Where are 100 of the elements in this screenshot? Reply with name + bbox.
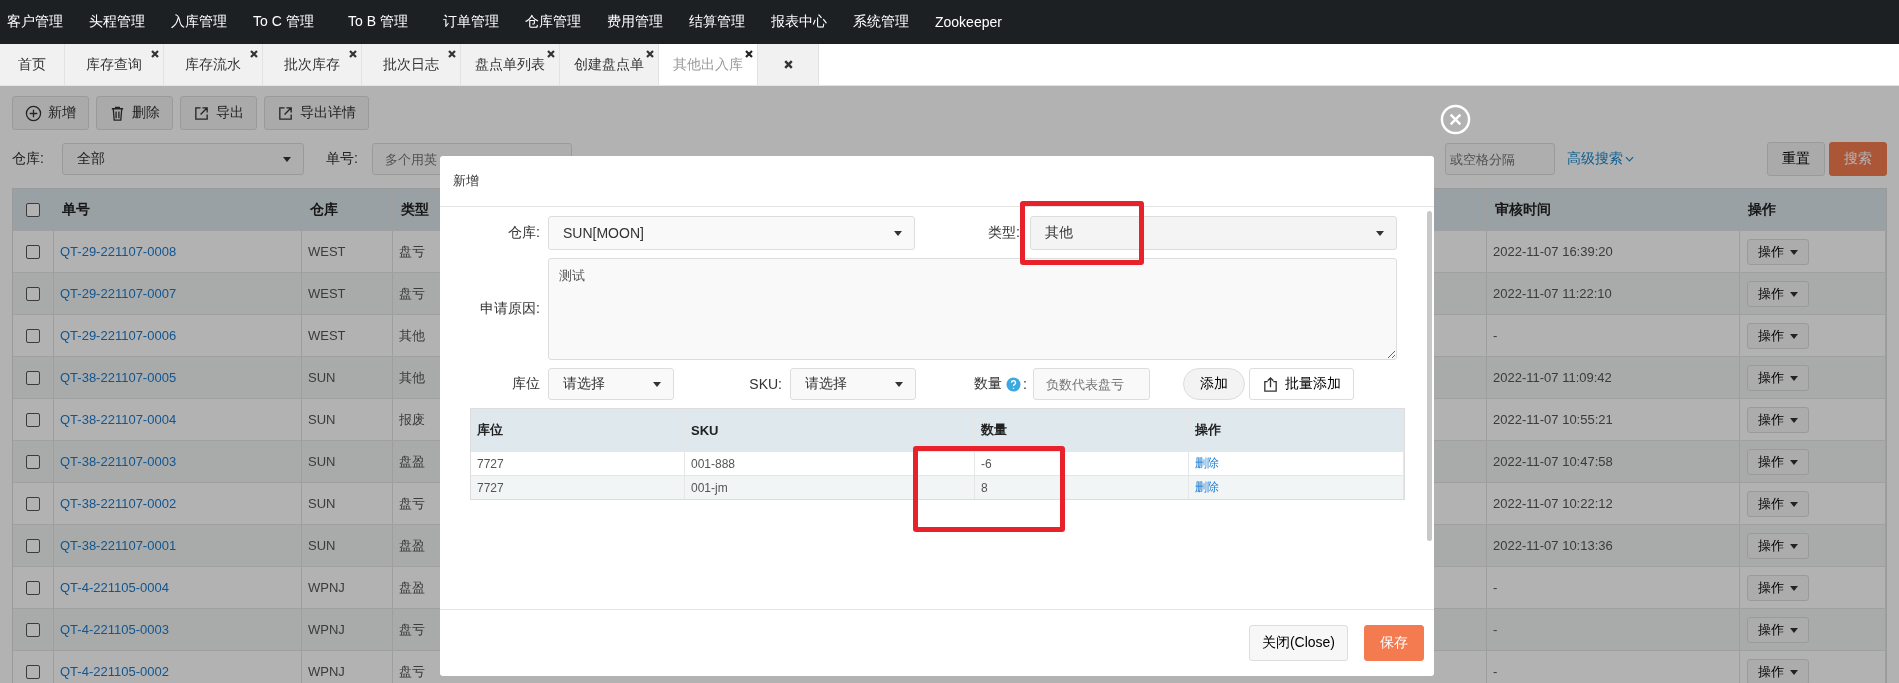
tab[interactable]: 批次日志 [362,44,461,85]
nav-item[interactable]: Zookeeper [928,14,1010,30]
action-dropdown[interactable]: 操作 [1747,574,1809,601]
row-checkbox[interactable] [26,286,40,301]
table-cell: 2022-11-07 11:22:10 [1493,286,1612,301]
action-dropdown[interactable]: 操作 [1747,364,1809,391]
action-dropdown[interactable]: 操作 [1747,322,1809,349]
row-checkbox[interactable] [26,370,40,385]
action-dropdown[interactable]: 操作 [1747,448,1809,475]
nav-item[interactable]: 头程管理 [82,13,164,31]
order-link[interactable]: QT-4-221105-0004 [60,580,169,595]
close-icon[interactable] [249,49,259,59]
table-cell: SUN [308,412,336,427]
action-dropdown[interactable]: 操作 [1747,406,1809,433]
field-label: 申请原因: [479,300,540,318]
nav-item[interactable]: To B 管理 [341,13,436,31]
table-cell: 盘盈 [399,578,425,597]
row-checkbox[interactable] [26,664,40,679]
row-checkbox[interactable] [26,328,40,343]
action-dropdown[interactable]: 操作 [1747,280,1809,307]
nav-item[interactable]: 客户管理 [0,13,82,31]
quantity-field[interactable]: 负数代表盘亏 [1032,368,1150,400]
table-cell: - [1493,622,1498,637]
close-icon[interactable] [546,49,556,59]
order-link[interactable]: QT-38-221107-0002 [60,496,177,511]
close-icon[interactable] [645,49,655,59]
action-dropdown[interactable]: 操作 [1747,490,1809,517]
tab[interactable]: 库存查询 [65,44,164,85]
delete-link[interactable]: 删除 [1195,455,1219,472]
nav-item[interactable]: 入库管理 [164,13,246,31]
row-checkbox[interactable] [26,454,40,469]
order-link[interactable]: QT-29-221107-0008 [60,244,177,259]
action-dropdown[interactable]: 操作 [1747,532,1809,559]
sku-select[interactable]: 请选择 [790,368,916,400]
order-link[interactable]: QT-4-221105-0002 [60,664,169,679]
nav-item[interactable]: 结算管理 [682,13,764,31]
reason-textarea[interactable]: 测试 [548,258,1397,360]
warehouse-select[interactable]: SUN[MOON] [548,216,915,250]
add-button[interactable]: 添加 [1182,368,1245,400]
table-cell: - [1493,664,1498,679]
order-link[interactable]: QT-38-221107-0004 [60,412,177,427]
nav-item[interactable]: 费用管理 [600,13,682,31]
nav-item[interactable]: To C 管理 [246,13,341,31]
tab[interactable]: 创建盘点单 [560,44,659,85]
help-icon[interactable] [1006,376,1021,392]
toolbar-button[interactable]: 新增 [12,96,89,130]
toolbar-button[interactable]: 导出 [180,96,257,130]
table-cell: 其他 [399,368,425,387]
tab[interactable]: 盘点单列表 [461,44,560,85]
field-label: : [1023,376,1027,392]
row-checkbox[interactable] [26,580,40,595]
action-dropdown[interactable]: 操作 [1747,616,1809,643]
row-checkbox[interactable] [26,496,40,511]
tab[interactable]: 库存流水 [164,44,263,85]
toolbar-button[interactable]: 删除 [96,96,173,130]
field-label: 数量 [973,375,1002,393]
row-checkbox[interactable] [26,412,40,427]
location-select[interactable]: 请选择 [548,368,674,400]
table-cell: 2022-11-07 10:47:58 [1493,454,1613,469]
tab[interactable]: 首页 [0,44,65,85]
row-checkbox[interactable] [26,538,40,553]
close-icon[interactable] [150,49,160,59]
product-code-field[interactable]: 或空格分隔 [1445,143,1555,175]
chevron-down-icon [1625,156,1634,162]
nav-item[interactable]: 系统管理 [846,13,928,31]
scrollbar[interactable] [1427,211,1432,541]
warehouse-select[interactable]: 全部 [62,143,304,175]
type-select[interactable]: 其他 [1030,216,1397,250]
row-checkbox[interactable] [26,622,40,637]
table-cell: 盘亏 [399,242,425,261]
tab[interactable]: 批次库存 [263,44,362,85]
select-all-checkbox[interactable] [26,202,40,217]
column-header: SKU [691,422,719,438]
table-cell: 8 [981,480,988,495]
reset-button[interactable]: 重置 [1767,142,1825,176]
row-checkbox[interactable] [26,244,40,259]
table-cell: SUN [308,370,336,385]
field-label: SKU: [748,376,782,392]
batch-add-button[interactable]: 批量添加 [1248,368,1354,400]
toolbar-button[interactable]: 导出详情 [264,96,369,130]
table-cell: 报废 [399,410,425,429]
close-icon[interactable] [744,49,754,59]
close-icon[interactable] [782,59,794,70]
nav-item[interactable]: 订单管理 [436,13,518,31]
delete-link[interactable]: 删除 [1195,479,1219,496]
close-button[interactable]: 关闭(Close) [1248,625,1348,661]
nav-item[interactable]: 报表中心 [764,13,846,31]
table-cell: WPNJ [308,622,345,637]
plus-circle-icon [25,104,42,122]
action-dropdown[interactable]: 操作 [1747,658,1809,683]
close-icon[interactable] [447,49,457,59]
table-cell: 盘亏 [399,494,425,513]
action-dropdown[interactable]: 操作 [1747,238,1809,265]
table-cell: 7727 [477,456,504,471]
order-link[interactable]: QT-29-221107-0006 [60,328,177,343]
table-cell: 7727 [477,480,504,495]
table-cell: 盘亏 [399,662,425,681]
nav-item[interactable]: 仓库管理 [518,13,600,31]
close-icon[interactable] [348,49,358,59]
table-cell: 001-jm [691,480,728,495]
